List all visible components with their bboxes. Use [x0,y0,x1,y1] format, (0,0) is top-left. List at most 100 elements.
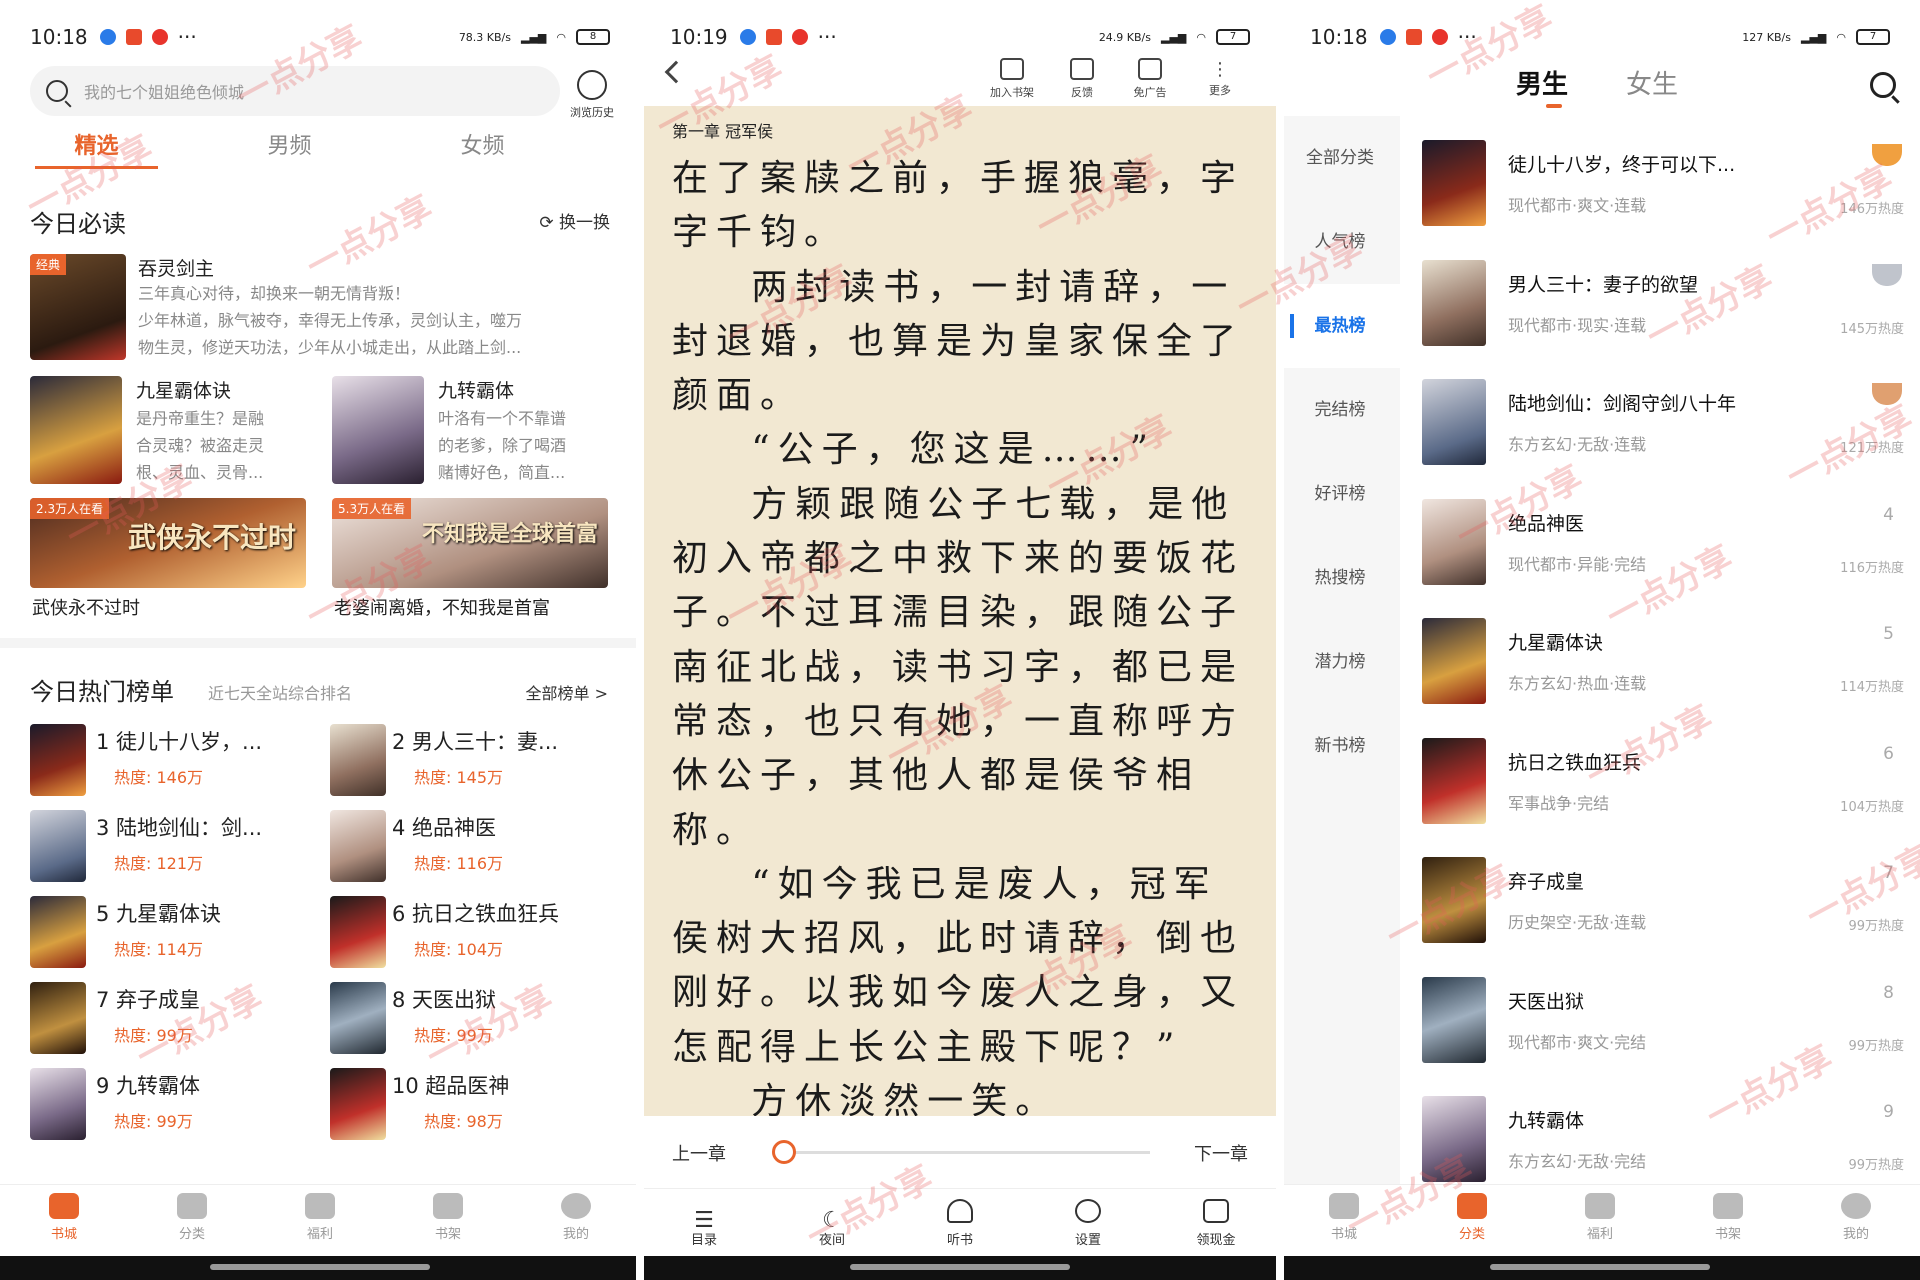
rank-item-name[interactable]: 8 天医出狱 [392,984,496,1014]
book-cover[interactable] [30,1068,86,1140]
book-cover[interactable] [1422,498,1486,585]
next-chapter-button[interactable]: 下一章 [1194,1140,1248,1166]
banner-caption[interactable]: 武侠永不过时 [32,594,140,620]
book-cover[interactable] [1422,618,1486,704]
book-cover[interactable] [330,1068,386,1140]
night-mode-button[interactable]: ☾ 夜间 [768,1189,896,1256]
book-cover[interactable] [30,810,86,882]
featured-title[interactable]: 吞灵剑主 [138,254,214,281]
nav-bookstore[interactable]: 书城 [1280,1185,1408,1256]
sidebar-item-3[interactable]: 完结榜 [1280,368,1400,452]
book-cover[interactable] [330,896,386,968]
book-cover[interactable] [1422,259,1486,346]
back-button[interactable] [664,60,688,84]
book-cover[interactable] [1422,1096,1486,1182]
tab-female[interactable]: 女频 [386,128,579,160]
nav-bookshelf[interactable]: 书架 [384,1185,512,1256]
sidebar-item-5[interactable]: 热搜榜 [1280,536,1400,620]
nav-bookstore[interactable]: 书城 [0,1185,128,1256]
chapter-slider[interactable] [772,1140,1150,1164]
book-cover[interactable]: 经典 [30,254,126,360]
slider-handle[interactable] [772,1140,796,1164]
sidebar-item-0[interactable]: 全部分类 [1280,116,1400,200]
rank-item-name[interactable]: 2 男人三十：妻... [392,726,558,756]
action-label: 反馈 [1071,86,1093,99]
sidebar-item-2[interactable]: 最热榜 [1280,284,1400,368]
rank-row[interactable]: 徒儿十八岁，终于可以下... 现代都市·爽文·连载 146万热度 [1400,124,1920,243]
rank-row[interactable]: 九星霸体诀 东方玄幻·热血·连载 5 114万热度 [1400,602,1920,721]
book-title[interactable]: 九星霸体诀 [136,376,231,403]
book-title[interactable]: 九转霸体 [438,376,514,403]
book-cover[interactable] [1422,976,1486,1063]
rank-row[interactable]: 弃子成皇 历史架空·无敌·连载 7 99万热度 [1400,841,1920,960]
tab-male[interactable]: 男生 [1516,64,1568,108]
rank-item-name[interactable]: 5 九星霸体诀 [96,898,221,928]
book-cover[interactable] [30,896,86,968]
banner-caption[interactable]: 老婆闹离婚，不知我是首富 [334,594,550,620]
sidebar-item-1[interactable]: 人气榜 [1280,200,1400,284]
book-cover[interactable] [1422,140,1486,226]
rank-item-name[interactable]: 9 九转霸体 [96,1070,200,1100]
promo-banner[interactable]: 2.3万人在看 武侠永不过时 [30,498,306,588]
hot-list-title: 今日热门榜单 [30,678,174,706]
all-lists-link[interactable]: 全部榜单 > [526,680,609,704]
rank-item-name[interactable]: 1 徒儿十八岁，... [96,726,262,756]
book-cover[interactable] [332,376,424,484]
rank-row[interactable]: 男人三十：妻子的欲望 现代都市·现实·连载 145万热度 [1400,244,1920,363]
rank-row[interactable]: 抗日之铁血狂兵 军事战争·完结 6 104万热度 [1400,722,1920,841]
rank-row[interactable]: 陆地剑仙：剑阁守剑八十年 东方玄幻·无敌·连载 121万热度 [1400,363,1920,482]
more-button[interactable]: ⋮ 更多 [1188,58,1252,98]
cash-button[interactable]: 领现金 [1152,1189,1280,1256]
wifi-icon: ◠ [1836,30,1846,44]
search-input[interactable]: 我的七个姐姐绝色倾城 [30,66,560,116]
rank-item-name[interactable]: 6 抗日之铁血狂兵 [392,898,559,928]
nav-category[interactable]: 分类 [1408,1185,1536,1256]
tab-selected[interactable]: 精选 [0,128,193,169]
settings-button[interactable]: 设置 [1024,1189,1152,1256]
nav-category[interactable]: 分类 [128,1185,256,1256]
rank-item-name[interactable]: 10 超品医神 [392,1070,509,1100]
book-cover[interactable] [1422,857,1486,943]
nav-welfare[interactable]: 福利 [256,1185,384,1256]
nav-bookshelf[interactable]: 书架 [1664,1185,1792,1256]
book-desc: 是丹帝重生？是融 [136,409,265,428]
gesture-bar [0,1256,640,1280]
book-cover[interactable] [30,724,86,796]
book-cover[interactable] [1422,379,1486,465]
rank-row[interactable]: 天医出狱 现代都市·爽文·完结 8 99万热度 [1400,961,1920,1080]
toc-button[interactable]: ☰ 目录 [640,1189,768,1256]
book-cover[interactable] [1422,737,1486,824]
book-cover[interactable] [330,810,386,882]
sidebar-item-7[interactable]: 新书榜 [1280,704,1400,788]
reading-content[interactable]: 在了案牍之前，手握狼毫，字字千钧。 两封读书，一封请辞，一封退婚，也算是为皇家保全… [672,152,1252,1238]
rank-row[interactable]: 绝品神医 现代都市·异能·完结 4 116万热度 [1400,483,1920,602]
rank-item-name[interactable]: 4 绝品神医 [392,812,496,842]
history-button[interactable]: 浏览历史 [562,70,622,120]
sidebar-item-6[interactable]: 潜力榜 [1280,620,1400,704]
rank-item-name[interactable]: 3 陆地剑仙：剑... [96,812,262,842]
book-cover[interactable] [330,982,386,1054]
promo-banner[interactable]: 5.3万人在看 不知我是全球首富 [332,498,608,588]
nav-mine[interactable]: 我的 [1792,1185,1920,1256]
add-to-shelf-button[interactable]: 加入书架 [980,58,1044,100]
feedback-button[interactable]: 反馈 [1050,58,1114,100]
book-cover[interactable] [330,724,386,796]
ad-free-button[interactable]: 免广告 [1118,58,1182,100]
swap-button[interactable]: ⟳ 换一换 [539,208,610,233]
prev-chapter-button[interactable]: 上一章 [672,1140,726,1166]
tab-male[interactable]: 男频 [193,128,386,160]
nav-welfare[interactable]: 福利 [1536,1185,1664,1256]
tab-female[interactable]: 女生 [1626,64,1678,101]
sidebar-item-4[interactable]: 好评榜 [1280,452,1400,536]
book-cover[interactable] [30,376,122,484]
search-icon[interactable] [1870,72,1896,98]
nav-mine[interactable]: 我的 [512,1185,640,1256]
book-cover[interactable] [30,982,86,1054]
rank-row[interactable]: 九转霸体 东方玄幻·无敌·完结 9 99万热度 [1400,1080,1920,1199]
book-name: 徒儿十八岁，终于可以下... [1508,154,1736,176]
nav-label: 我的 [1842,1227,1869,1242]
listen-button[interactable]: 听书 [896,1189,1024,1256]
book-name: 弃子成皇 [1508,871,1585,893]
rank-item-name[interactable]: 7 弃子成皇 [96,984,200,1014]
book-meta: 现代都市·现实·连载 [1508,315,1647,335]
